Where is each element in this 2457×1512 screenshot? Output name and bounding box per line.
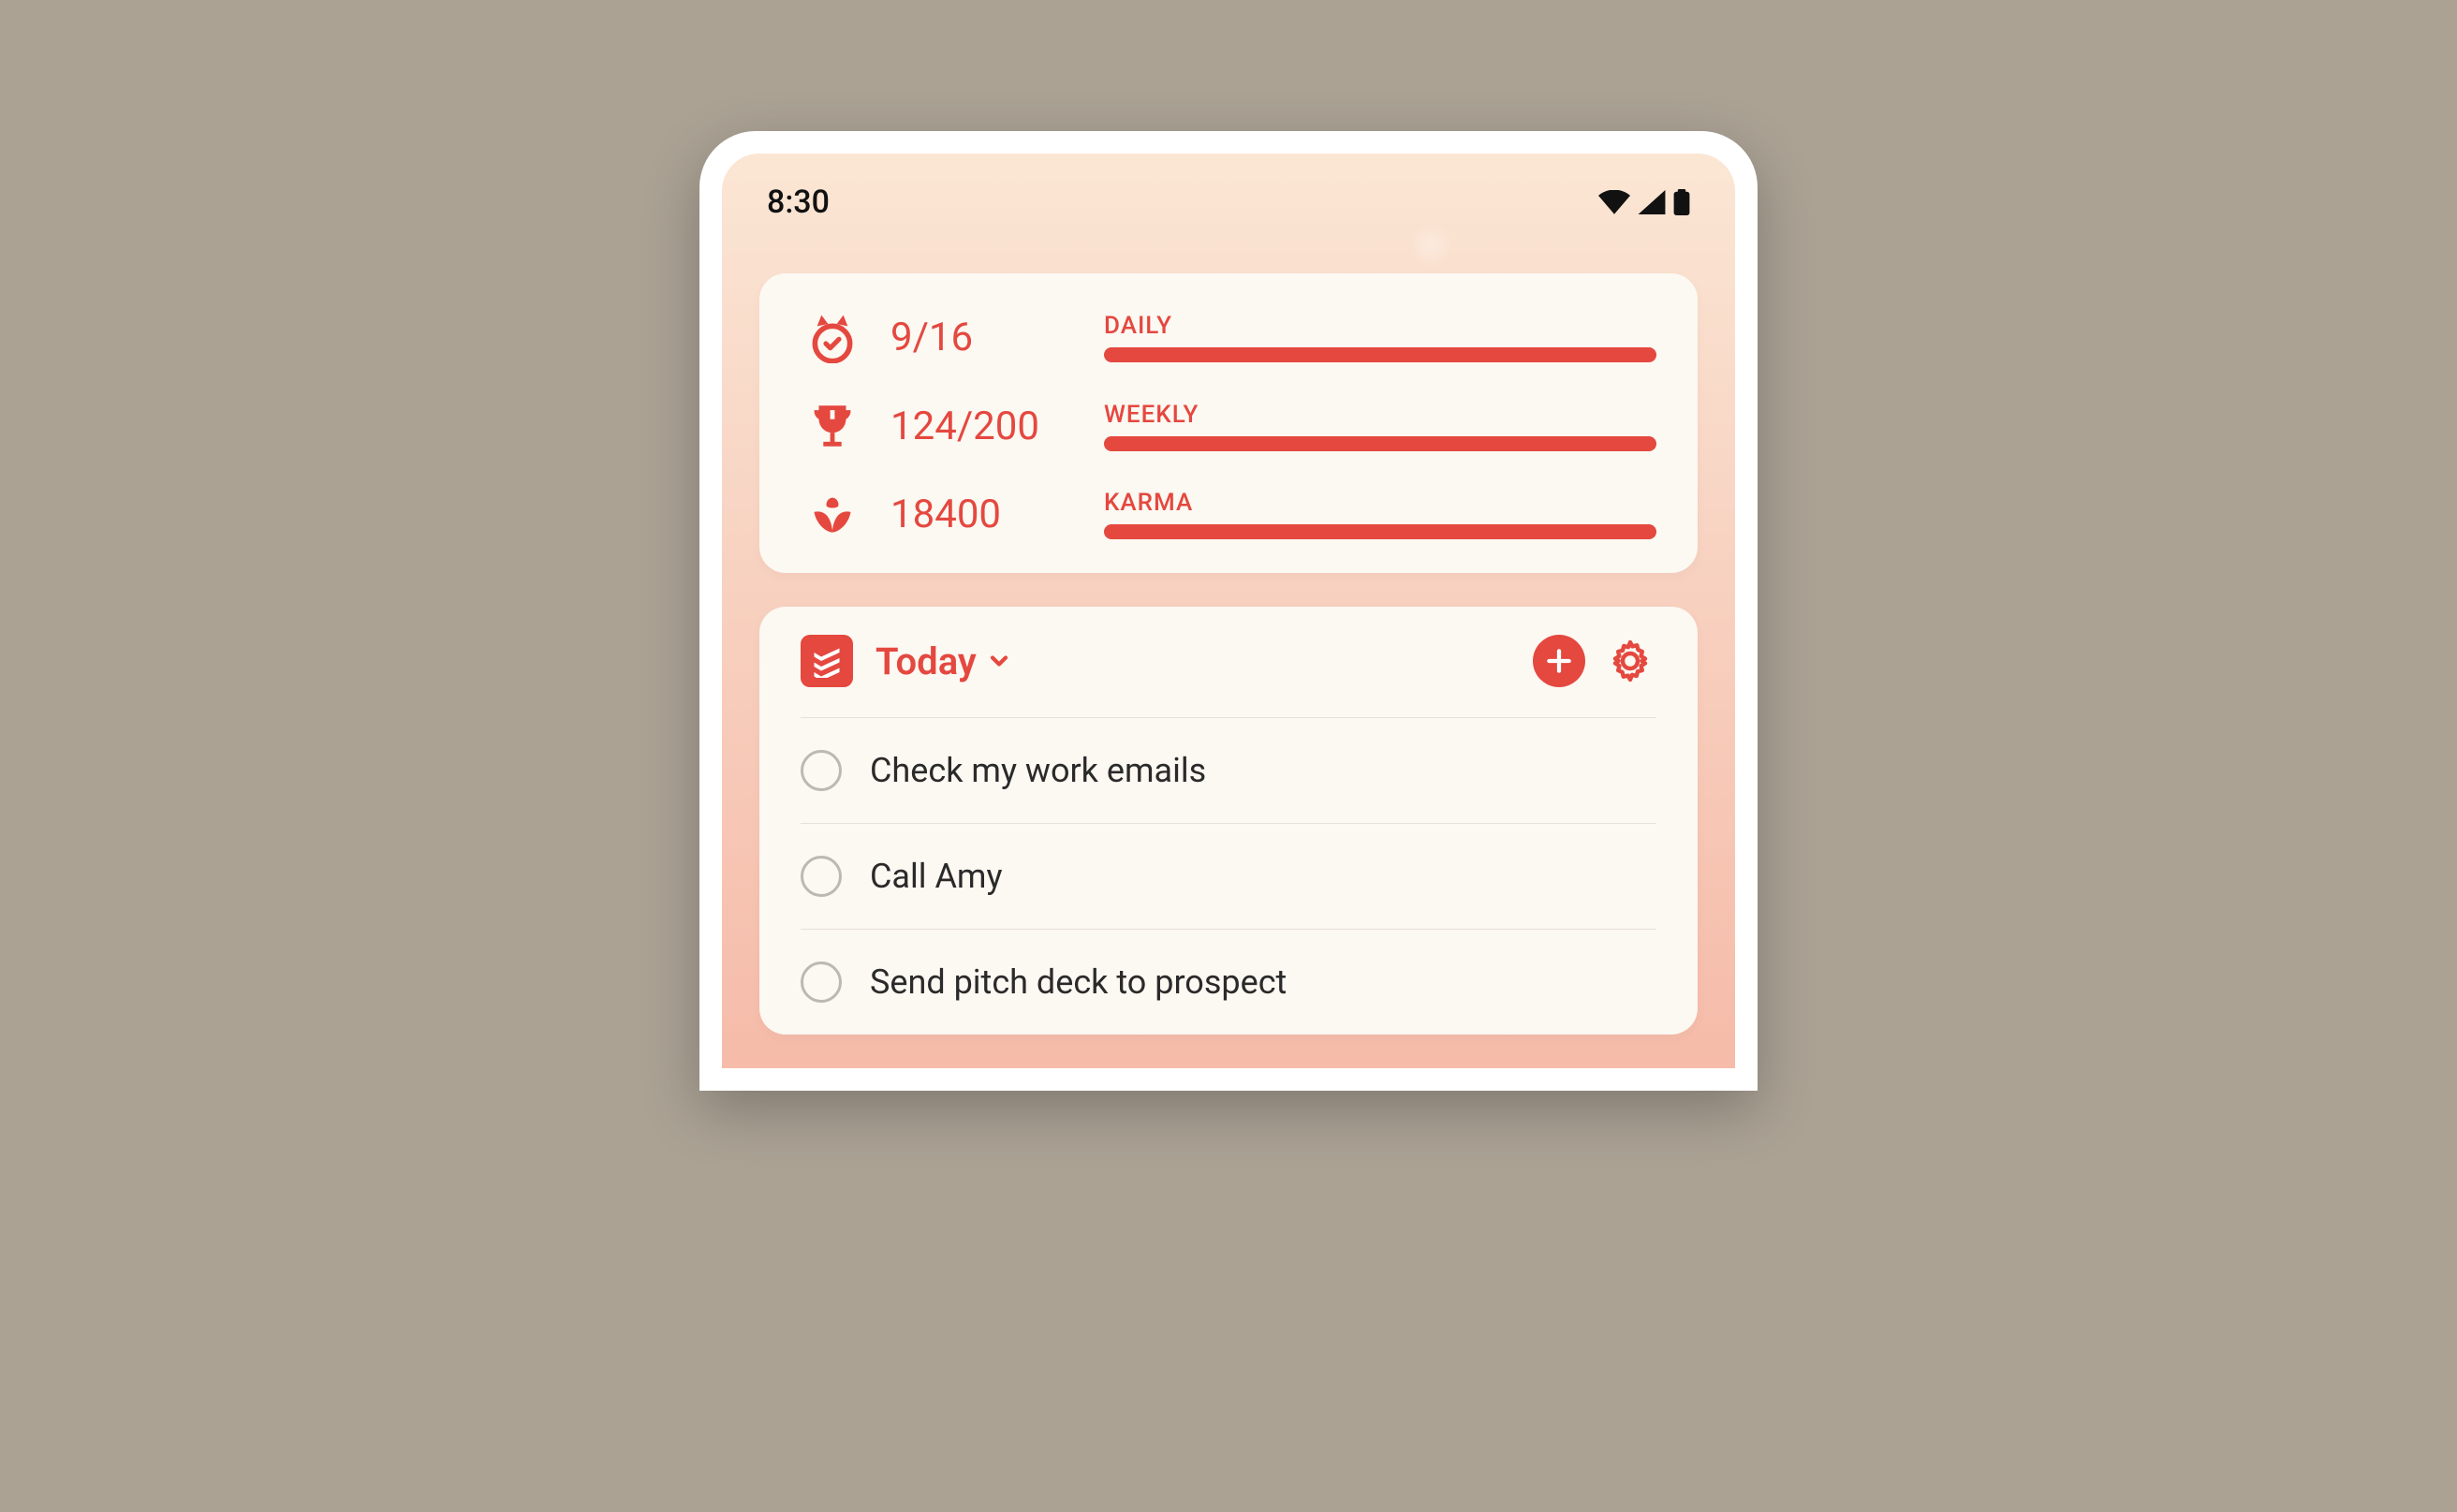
wifi-icon	[1598, 190, 1630, 214]
task-checkbox[interactable]	[801, 962, 842, 1003]
settings-button[interactable]	[1604, 635, 1656, 687]
stat-karma-bar	[1104, 524, 1656, 539]
status-bar: 8:30	[722, 154, 1735, 273]
task-title: Call Amy	[870, 857, 1003, 896]
cellular-icon	[1638, 190, 1666, 214]
screen: 8:30	[722, 154, 1735, 1068]
stat-weekly-value: 124/200	[890, 404, 1078, 449]
task-title: Check my work emails	[870, 751, 1206, 790]
stat-weekly-bar	[1104, 436, 1656, 451]
stat-karma-value: 18400	[890, 492, 1078, 537]
task-row[interactable]: Call Amy	[801, 823, 1656, 929]
task-row[interactable]: Check my work emails	[801, 717, 1656, 823]
task-title: Send pitch deck to prospect	[870, 962, 1287, 1002]
stat-karma-label: KARMA	[1104, 489, 1656, 517]
task-list-header: Today	[801, 635, 1656, 687]
view-selector[interactable]: Today	[875, 639, 1510, 683]
plant-icon	[801, 490, 864, 538]
phone-frame: 8:30	[699, 131, 1758, 1091]
todoist-logo-icon	[801, 635, 853, 687]
stat-daily-label: DAILY	[1104, 312, 1656, 340]
medal-icon	[801, 311, 864, 363]
gear-icon	[1608, 639, 1653, 683]
chevron-down-icon	[986, 648, 1012, 674]
stat-karma: 18400 KARMA	[801, 489, 1656, 539]
status-time: 8:30	[767, 183, 830, 221]
trophy-icon	[801, 399, 864, 453]
task-checkbox[interactable]	[801, 856, 842, 897]
battery-icon	[1673, 189, 1690, 215]
task-list-card: Today	[759, 607, 1698, 1035]
stat-daily-value: 9/16	[890, 315, 1078, 360]
task-checkbox[interactable]	[801, 750, 842, 791]
status-icons	[1598, 189, 1690, 215]
plus-icon	[1544, 646, 1574, 676]
task-row[interactable]: Send pitch deck to prospect	[801, 929, 1656, 1035]
stat-weekly-label: WEEKLY	[1104, 401, 1656, 429]
stat-weekly: 124/200 WEEKLY	[801, 399, 1656, 453]
stat-daily: 9/16 DAILY	[801, 311, 1656, 363]
view-label: Today	[875, 639, 977, 683]
add-task-button[interactable]	[1533, 635, 1585, 687]
stat-daily-bar	[1104, 347, 1656, 362]
productivity-stats-card[interactable]: 9/16 DAILY 124/200 WEEKLY	[759, 273, 1698, 573]
